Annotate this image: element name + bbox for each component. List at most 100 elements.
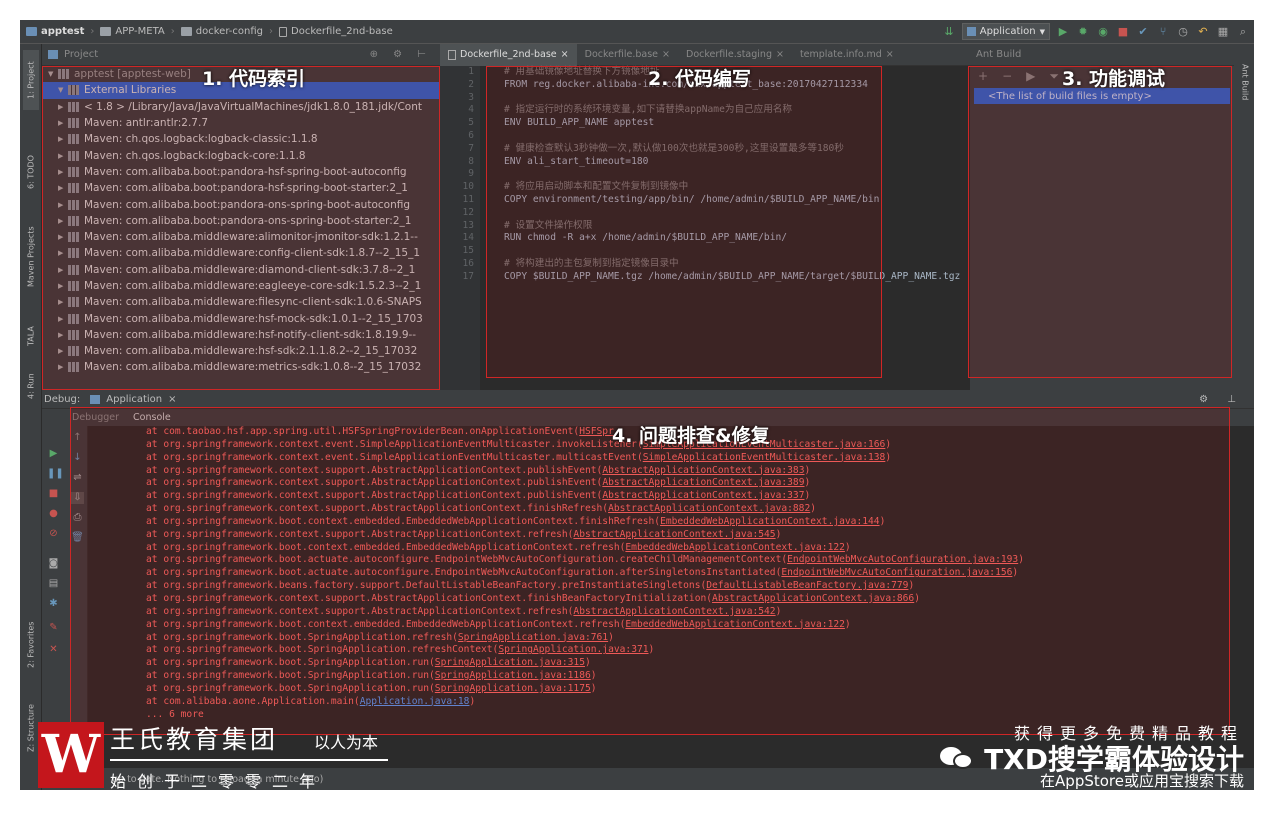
- source-link[interactable]: SpringApplication.java:315: [435, 657, 585, 668]
- source-link[interactable]: SpringApplication.java:1175: [435, 683, 591, 694]
- chevron-right-icon[interactable]: ▶: [58, 298, 68, 306]
- run-configuration-select[interactable]: Application ▼: [962, 23, 1050, 40]
- tab-run[interactable]: 4: Run: [23, 366, 39, 406]
- tree-item[interactable]: ▶ Maven: com.alibaba.middleware:alimonito…: [42, 229, 440, 245]
- tab-ant-build[interactable]: Ant Build: [1237, 50, 1253, 114]
- tab-maven-projects[interactable]: Maven Projects: [23, 212, 39, 302]
- source-link[interactable]: EndpointWebMvcAutoConfiguration.java:156: [781, 567, 1012, 578]
- chevron-right-icon[interactable]: ▶: [58, 363, 68, 371]
- code-area[interactable]: # 用基础镜像地址替换下方镜像地址 FROM reg.docker.alibaba…: [484, 66, 970, 284]
- tree-item[interactable]: ▶ Maven: com.alibaba.middleware:eagleeye-…: [42, 278, 440, 294]
- revert-icon[interactable]: ↶: [1196, 25, 1210, 39]
- tab-console[interactable]: Console: [133, 412, 171, 423]
- close-icon[interactable]: ×: [168, 394, 176, 405]
- tab-dockerfile-base[interactable]: Dockerfile.base ×: [577, 44, 678, 66]
- resume-icon[interactable]: ▶: [47, 448, 60, 460]
- source-link[interactable]: AbstractApplicationContext.java:542: [573, 606, 775, 617]
- camera-icon[interactable]: ◙: [47, 558, 60, 570]
- filter-icon[interactable]: ⏷: [1049, 69, 1059, 84]
- panel-title[interactable]: Project: [64, 49, 98, 60]
- tree-item[interactable]: ▶ Maven: com.alibaba.boot:pandora-ons-spr…: [42, 196, 440, 212]
- source-link[interactable]: EmbeddedWebApplicationContext.java:144: [660, 516, 880, 527]
- close-icon[interactable]: ✕: [47, 644, 60, 656]
- tree-item[interactable]: ▶ Maven: com.alibaba.middleware:hsf-notif…: [42, 327, 440, 343]
- source-link[interactable]: SpringApplication.java:761: [458, 632, 608, 643]
- chevron-right-icon[interactable]: ▶: [58, 249, 68, 257]
- source-link[interactable]: EmbeddedWebApplicationContext.java:122: [625, 542, 845, 553]
- console-output[interactable]: at com.taobao.hsf.app.spring.util.HSFSpr…: [92, 426, 1252, 721]
- run-icon[interactable]: ▶: [1056, 25, 1070, 39]
- chevron-right-icon[interactable]: ▶: [58, 119, 68, 127]
- source-link[interactable]: HSFSpr: [579, 426, 614, 437]
- tab-dockerfile-2nd-base[interactable]: Dockerfile_2nd-base ×: [440, 44, 577, 66]
- tab-dockerfile-staging[interactable]: Dockerfile.staging ×: [678, 44, 792, 66]
- chevron-right-icon[interactable]: ▶: [58, 282, 68, 290]
- source-link[interactable]: SpringApplication.java:1186: [435, 670, 591, 681]
- chevron-right-icon[interactable]: ▶: [58, 201, 68, 209]
- history-icon[interactable]: ◷: [1176, 25, 1190, 39]
- pin-icon[interactable]: ✎: [47, 622, 60, 634]
- source-link[interactable]: SimpleApplicationEventMulticaster.java:1…: [643, 452, 886, 463]
- source-link[interactable]: AbstractApplicationContext.java:545: [573, 529, 775, 540]
- close-icon[interactable]: ×: [776, 49, 784, 60]
- tree-item[interactable]: ▶ Maven: com.alibaba.middleware:filesync-…: [42, 294, 440, 310]
- tree-item[interactable]: ▶ Maven: com.alibaba.middleware:config-cl…: [42, 245, 440, 261]
- source-link[interactable]: Application.java:18: [360, 696, 470, 707]
- tree-item[interactable]: ▶ Maven: ch.qos.logback:logback-core:1.1.…: [42, 147, 440, 163]
- tab-debugger[interactable]: Debugger: [72, 412, 119, 423]
- tab-todo[interactable]: 6: TODO: [23, 144, 39, 200]
- source-link[interactable]: AbstractApplicationContext.java:337: [602, 490, 804, 501]
- chevron-right-icon[interactable]: ▶: [58, 347, 68, 355]
- pause-icon[interactable]: ❚❚: [47, 468, 64, 480]
- stop-icon[interactable]: ■: [1116, 25, 1130, 39]
- chevron-down-icon[interactable]: ▼: [58, 86, 68, 94]
- breadcrumb-folder[interactable]: APP-META ›: [100, 26, 175, 37]
- tree-item[interactable]: ▶ Maven: com.alibaba.middleware:hsf-mock-…: [42, 310, 440, 326]
- tree-item[interactable]: ▶ Maven: antlr:antlr:2.7.7: [42, 115, 440, 131]
- tab-project[interactable]: 1: Project: [23, 50, 39, 110]
- down-icon[interactable]: ↓: [71, 452, 84, 464]
- tab-favorites[interactable]: 2: Favorites: [23, 610, 39, 680]
- source-link[interactable]: DefaultListableBeanFactory.java:779: [706, 580, 908, 591]
- tree-item[interactable]: ▶ Maven: com.alibaba.boot:pandora-hsf-spr…: [42, 164, 440, 180]
- vcs-update-icon[interactable]: ✔: [1136, 25, 1150, 39]
- vcs-commit-icon[interactable]: ⑂: [1156, 25, 1170, 39]
- run-icon[interactable]: ▶: [1026, 69, 1035, 83]
- chevron-right-icon[interactable]: ▶: [58, 331, 68, 339]
- chevron-right-icon[interactable]: ▶: [58, 184, 68, 192]
- chevron-right-icon[interactable]: ▶: [58, 315, 68, 323]
- chevron-right-icon[interactable]: ▶: [58, 266, 68, 274]
- close-icon[interactable]: ×: [662, 49, 670, 60]
- source-link[interactable]: EndpointWebMvcAutoConfiguration.java:193: [787, 554, 1018, 565]
- build-icon[interactable]: ⇊: [942, 25, 956, 39]
- source-link[interactable]: AbstractApplicationContext.java:866: [712, 593, 914, 604]
- gear-icon[interactable]: ⚙ ⊥: [1199, 394, 1244, 405]
- chevron-right-icon[interactable]: ▶: [58, 152, 68, 160]
- tree-item[interactable]: ▶ Maven: com.alibaba.middleware:metrics-s…: [42, 359, 440, 375]
- debug-session-tab[interactable]: Application: [106, 394, 162, 405]
- source-link[interactable]: AbstractApplicationContext.java:383: [602, 465, 804, 476]
- add-icon[interactable]: +: [978, 69, 988, 83]
- up-icon[interactable]: ↑: [71, 432, 84, 444]
- tab-structure[interactable]: Z: Structure: [23, 696, 39, 760]
- project-structure-icon[interactable]: ▦: [1216, 25, 1230, 39]
- breadcrumb-folder[interactable]: docker-config ›: [180, 26, 273, 37]
- source-link[interactable]: SpringApplication.java:371: [498, 644, 648, 655]
- tree-item[interactable]: ▶ Maven: com.alibaba.boot:pandora-hsf-spr…: [42, 180, 440, 196]
- layout-icon[interactable]: ▤: [47, 578, 60, 590]
- stop-icon[interactable]: ■: [47, 488, 60, 500]
- source-link[interactable]: AbstractApplicationContext.java:389: [602, 477, 804, 488]
- tab-template-info[interactable]: template.info.md ×: [792, 44, 902, 66]
- print-icon[interactable]: ⎙: [71, 512, 84, 524]
- close-icon[interactable]: ×: [886, 49, 894, 60]
- panel-settings-icon[interactable]: ⊕ ⚙ ⊢: [370, 49, 432, 60]
- chevron-right-icon[interactable]: ▶: [58, 103, 68, 111]
- remove-icon[interactable]: −: [1002, 69, 1012, 83]
- soft-wrap-icon[interactable]: ⇌: [71, 472, 84, 484]
- chevron-down-icon[interactable]: ▼: [48, 70, 58, 78]
- tree-item[interactable]: ▶ Maven: com.alibaba.middleware:diamond-c…: [42, 262, 440, 278]
- source-link[interactable]: AbstractApplicationContext.java:882: [608, 503, 810, 514]
- mute-breakpoints-icon[interactable]: ⊘: [47, 528, 60, 540]
- breadcrumb-file[interactable]: Dockerfile_2nd-base: [279, 26, 393, 37]
- source-link[interactable]: EmbeddedWebApplicationContext.java:122: [625, 619, 845, 630]
